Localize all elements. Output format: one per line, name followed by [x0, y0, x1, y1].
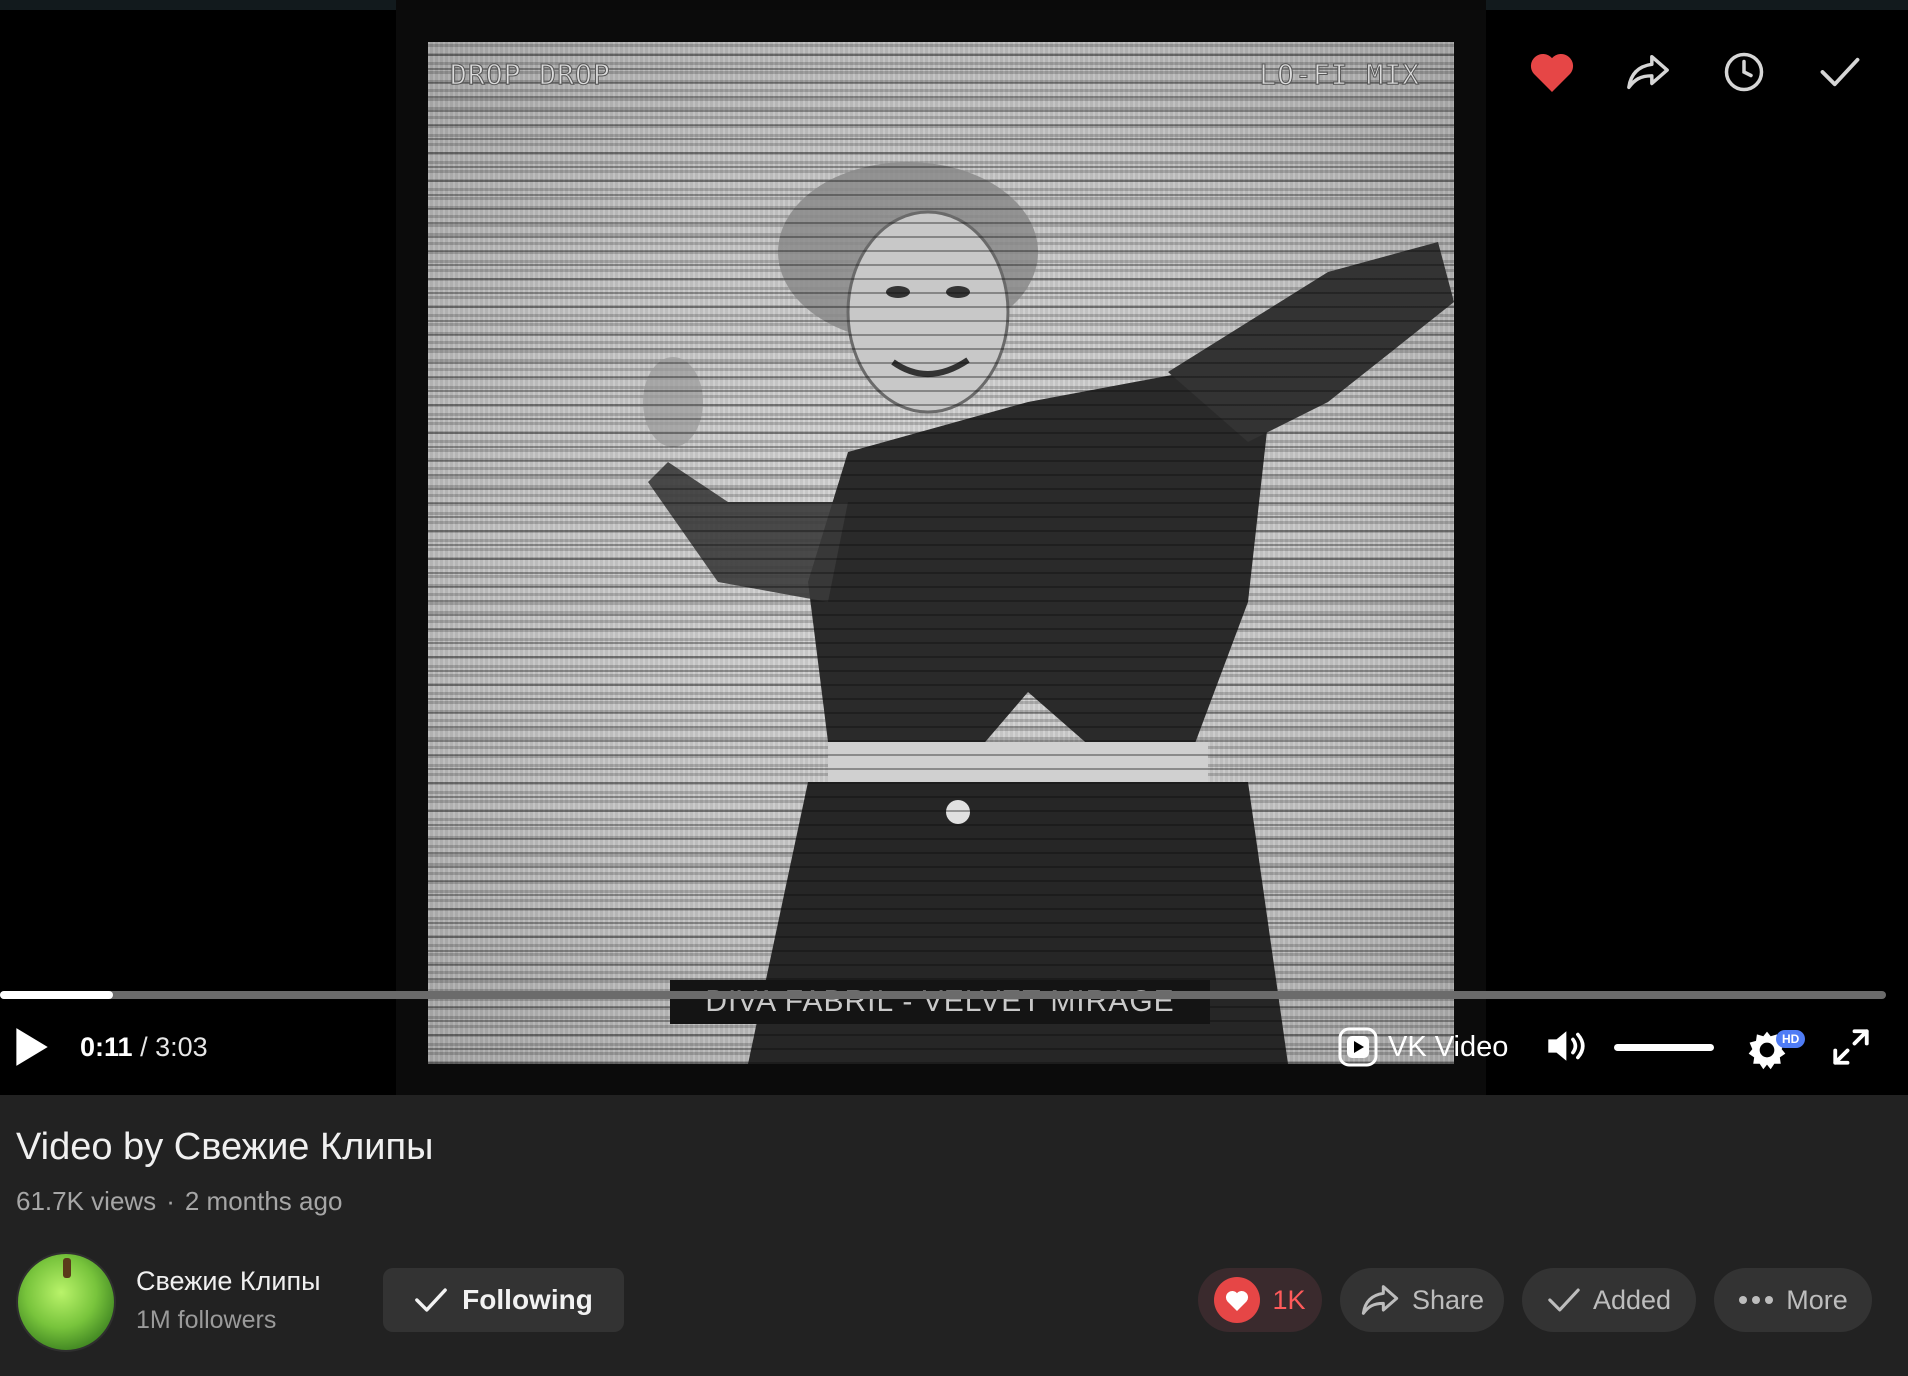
heart-icon [1530, 53, 1574, 92]
brand-label: VK Video [1388, 1030, 1509, 1063]
like-heart-button[interactable] [1524, 44, 1580, 100]
video-meta: 61.7K views · 2 months ago [16, 1186, 342, 1217]
top-strip [0, 0, 1908, 10]
following-label: Following [462, 1284, 593, 1315]
current-time: 0:11 [80, 1032, 133, 1062]
share-arrow-icon [1627, 54, 1669, 90]
volume-slider[interactable] [1614, 1044, 1714, 1051]
play-button[interactable] [10, 1024, 52, 1070]
check-icon [415, 1288, 448, 1312]
volume-button[interactable] [1545, 1026, 1591, 1066]
duration: 3:03 [155, 1032, 208, 1062]
added-button[interactable]: Added [1522, 1268, 1696, 1332]
share-button-top[interactable] [1620, 44, 1676, 100]
time-separator: / [140, 1032, 148, 1062]
share-arrow-icon [1361, 1285, 1399, 1315]
following-button[interactable]: Following [383, 1268, 624, 1332]
meta-separator: · [166, 1186, 175, 1216]
check-icon [1820, 57, 1860, 87]
upload-age: 2 months ago [184, 1186, 343, 1216]
view-count: 61.7K views [16, 1186, 157, 1216]
video-title: Video by Свежие Клипы [16, 1126, 434, 1168]
fullscreen-button[interactable] [1830, 1026, 1872, 1068]
ellipsis-icon [1739, 1296, 1774, 1304]
heart-icon [1214, 1277, 1261, 1323]
player-controls: 0:11 / 3:03 VK Video HD [0, 1018, 1908, 1076]
share-label: Share [1411, 1284, 1485, 1315]
time-display: 0:11 / 3:03 [80, 1032, 208, 1063]
vk-logo-icon [1338, 1027, 1378, 1067]
video-player[interactable]: DROP DROP LO-FI MIX DIVA FABRIL - VELVET… [0, 0, 1908, 1095]
overlay-text-right: LO-FI MIX [1259, 58, 1420, 92]
clock-icon [1724, 52, 1764, 92]
added-check-button[interactable] [1812, 44, 1868, 100]
vk-video-brand[interactable]: VK Video [1338, 1024, 1508, 1070]
scanline-overlay [428, 42, 1454, 1064]
player-top-actions [1524, 44, 1868, 100]
play-icon [16, 1028, 48, 1066]
channel-name[interactable]: Свежие Клипы [136, 1266, 321, 1297]
hd-badge: HD [1776, 1030, 1806, 1048]
overlay-text-left: DROP DROP [450, 58, 611, 92]
volume-icon [1548, 1031, 1585, 1061]
channel-followers: 1M followers [136, 1306, 277, 1334]
like-count: 1K [1272, 1284, 1306, 1315]
more-label: More [1786, 1284, 1848, 1315]
added-label: Added [1592, 1284, 1672, 1315]
more-button[interactable]: More [1714, 1268, 1872, 1332]
like-button[interactable]: 1K [1198, 1268, 1322, 1332]
watch-later-button[interactable] [1716, 44, 1772, 100]
progress-fill [0, 991, 114, 999]
check-icon [1548, 1288, 1580, 1312]
channel-avatar[interactable] [16, 1252, 116, 1352]
fullscreen-icon [1833, 1029, 1869, 1065]
share-button[interactable]: Share [1340, 1268, 1504, 1332]
progress-bar[interactable] [0, 991, 1886, 999]
video-thumbnail[interactable]: DROP DROP LO-FI MIX [428, 42, 1454, 1064]
